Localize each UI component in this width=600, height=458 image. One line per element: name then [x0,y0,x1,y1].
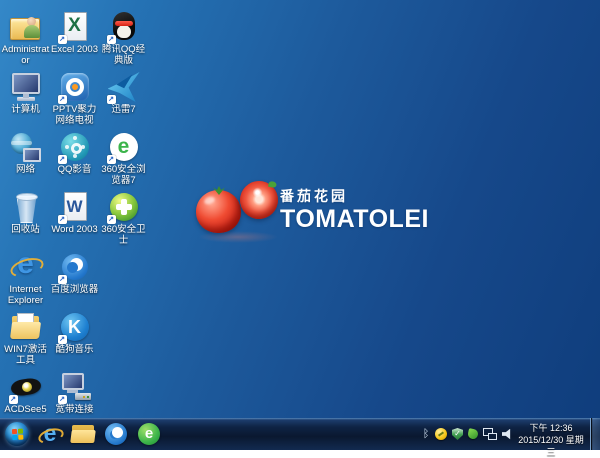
desktop-icon-label: 360安全卫士 [98,225,150,246]
desktop-icon-excel-2003[interactable]: Excel 2003 [50,10,99,70]
tomato-slice-icon [236,177,281,222]
acdsee-icon [9,370,43,404]
xunlei-icon [107,70,141,104]
desktop-icon-label: 迅雷7 [98,105,150,116]
baidu-icon [58,250,92,284]
browser360-icon [107,130,141,164]
desktop-wallpaper: Administrator Excel 2003 腾讯QQ经典版 计算机 PPT… [0,0,600,450]
desktop-icon-label: Administrator [0,45,52,66]
desktop-icon-win7-activator[interactable]: WIN7激活工具 [1,310,50,370]
folder-icon [9,310,43,344]
yellow-disc-icon[interactable] [435,428,447,440]
qq-icon [107,10,141,44]
computer-icon [9,70,43,104]
recycle-icon [9,190,43,224]
system-tray [422,418,514,450]
bluetooth-icon[interactable] [422,428,430,440]
desktop-icon-label: WIN7激活工具 [0,345,52,366]
desktop-icon-qq-player[interactable]: QQ影音 [50,130,99,190]
desktop-icon-label: PPTV聚力 网络电视 [49,105,101,126]
qqplayer-icon [58,130,92,164]
desktop-icon-internet-explorer[interactable]: Internet Explorer [1,250,50,310]
broadband-icon [58,370,92,404]
desktop-icon-label: Excel 2003 [49,45,101,56]
taskbar: 下午 12:36 2015/12/30 星期三 [0,418,600,450]
desktop-icon-qq-classic[interactable]: 腾讯QQ经典版 [99,10,148,70]
taskbar-baidu[interactable] [103,421,129,447]
desktop-icon-label: 360安全浏览器7 [98,165,150,186]
desktop-icon-label: 网络 [0,165,52,176]
taskbar-clock[interactable]: 下午 12:36 2015/12/30 星期三 [515,422,587,458]
shortcut-arrow-icon [107,35,116,44]
pptv-icon [58,70,92,104]
show-desktop-button[interactable] [590,418,600,450]
taskbar-buttons [4,418,162,450]
desktop-icon-label: Word 2003 [49,225,101,236]
desktop-icon-network[interactable]: 网络 [1,130,50,190]
taskbar-ie[interactable] [37,421,63,447]
desktop-icon-360-browser-7[interactable]: 360安全浏览器7 [99,130,148,190]
desktop-icon-pptv[interactable]: PPTV聚力 网络电视 [50,70,99,130]
kugou-icon [58,310,92,344]
shortcut-arrow-icon [58,215,67,224]
desktop-icon-kugou-music[interactable]: 酷狗音乐 [50,310,99,370]
excel-icon [58,10,92,44]
desktop-icon-label: Internet Explorer [0,285,52,306]
logo-title-chinese: 番茄花园 [280,186,429,206]
desktop-icon-label: 百度浏览器 [49,285,101,296]
shortcut-arrow-icon [58,95,67,104]
tomato-reflection [198,231,278,243]
desktop-icon-label: 腾讯QQ经典版 [98,45,150,66]
tomato-icon [196,190,241,233]
network-status-icon[interactable] [483,428,497,440]
desktop-icon-label: 回收站 [0,225,52,236]
safety360-icon [107,190,141,224]
logo-text: 番茄花园 TOMATOLEI [280,186,429,233]
shortcut-arrow-icon [58,35,67,44]
security-shield-icon[interactable] [452,428,463,440]
user-folder-icon [9,10,43,44]
logo-title-english: TOMATOLEI [280,206,429,233]
desktop-icon-word-2003[interactable]: Word 2003 [50,190,99,250]
shortcut-arrow-icon [107,155,116,164]
desktop-icon-grid: Administrator Excel 2003 腾讯QQ经典版 计算机 PPT… [1,10,148,430]
desktop-icon-administrator[interactable]: Administrator [1,10,50,70]
clock-time: 下午 12:36 [515,422,587,434]
word-icon [58,190,92,224]
shortcut-arrow-icon [58,395,67,404]
volume-icon[interactable] [502,429,514,440]
desktop-icon-xunlei-7[interactable]: 迅雷7 [99,70,148,130]
shortcut-arrow-icon [58,155,67,164]
shortcut-arrow-icon [58,275,67,284]
clock-date: 2015/12/30 星期三 [515,434,587,458]
desktop-icon-360-safety-guard[interactable]: 360安全卫士 [99,190,148,250]
desktop-icon-label: ACDSee5 [0,405,52,416]
desktop-icon-label: QQ影音 [49,165,101,176]
shortcut-arrow-icon [107,95,116,104]
tomato-garden-logo: 番茄花园 TOMATOLEI [194,180,444,244]
green-status-icon[interactable] [467,428,479,440]
desktop-icon-label: 酷狗音乐 [49,345,101,356]
shortcut-arrow-icon [107,215,116,224]
desktop-icon-computer[interactable]: 计算机 [1,70,50,130]
desktop-icon-recycle-bin[interactable]: 回收站 [1,190,50,250]
taskbar-360-browser[interactable] [136,421,162,447]
start-button[interactable] [4,421,30,447]
shortcut-arrow-icon [9,395,18,404]
taskbar-explorer[interactable] [70,421,96,447]
network-icon [9,130,43,164]
ie-icon [9,250,43,284]
desktop-icon-baidu-browser[interactable]: 百度浏览器 [50,250,99,310]
desktop-icon-label: 宽带连接 [49,405,101,416]
desktop-icon-label: 计算机 [0,105,52,116]
shortcut-arrow-icon [58,335,67,344]
